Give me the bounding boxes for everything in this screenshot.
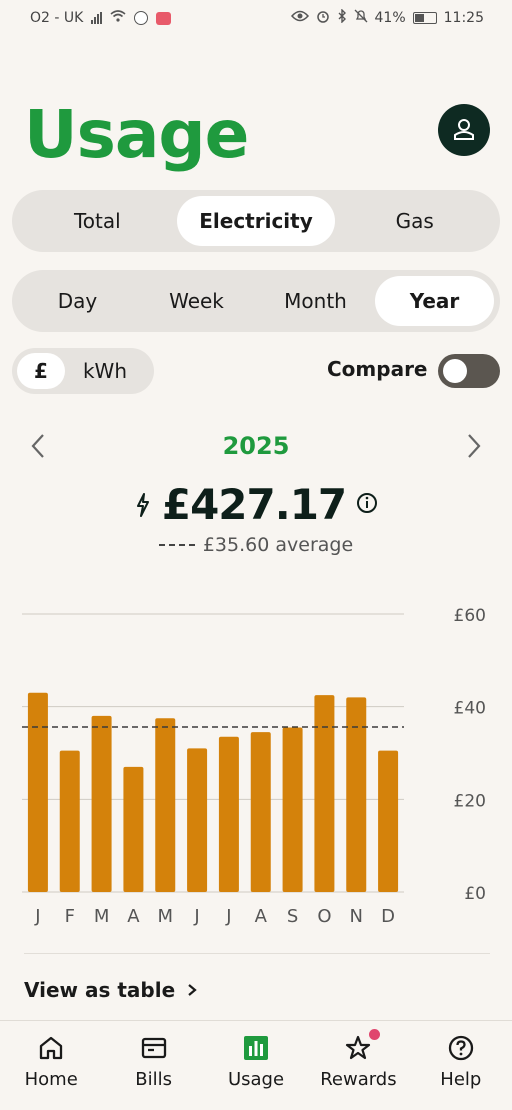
view-as-table-label: View as table <box>24 978 176 1002</box>
view-as-table-link[interactable]: View as table <box>24 978 197 1002</box>
y-tick-label: £40 <box>454 699 486 719</box>
help-icon <box>446 1033 476 1063</box>
chart-bar[interactable] <box>155 718 176 892</box>
bluetooth-icon <box>337 8 347 27</box>
chart-bar[interactable] <box>187 748 208 892</box>
alarm-icon <box>316 9 330 27</box>
person-icon <box>454 119 474 140</box>
x-tick-label: F <box>65 906 75 927</box>
nav-bills[interactable]: Bills <box>102 1021 204 1110</box>
mute-icon <box>354 9 368 27</box>
average-label: £35.60 average <box>202 534 354 556</box>
nav-help[interactable]: Help <box>410 1021 512 1110</box>
profile-button[interactable] <box>438 104 490 156</box>
notification-app-icon <box>156 11 172 25</box>
x-tick-label: N <box>350 906 363 927</box>
chart-bar[interactable] <box>378 750 399 892</box>
info-icon[interactable] <box>356 492 378 518</box>
nav-rewards-label: Rewards <box>320 1069 397 1090</box>
wifi-icon <box>110 10 126 26</box>
bills-icon <box>139 1033 169 1063</box>
tab-month[interactable]: Month <box>256 276 375 326</box>
unit-toggle: £ kWh <box>12 348 154 394</box>
nav-bills-label: Bills <box>135 1069 172 1090</box>
x-tick-label: S <box>287 906 298 927</box>
divider <box>24 953 490 954</box>
period-tabs: Day Week Month Year <box>12 270 500 332</box>
x-tick-label: A <box>127 906 140 927</box>
average-dash-legend <box>158 544 195 546</box>
chart-bar[interactable] <box>123 766 144 892</box>
x-tick-label: D <box>381 906 395 927</box>
total-amount: £427.17 <box>161 480 347 529</box>
bottom-navigation: Home Bills Usage Rewards Help <box>0 1020 512 1110</box>
nav-usage-label: Usage <box>227 1069 285 1090</box>
nav-rewards[interactable]: Rewards <box>307 1021 409 1110</box>
chart-bar[interactable] <box>27 692 48 892</box>
usage-bar-chart: £0£20£40£60 JFMAMJJASOND <box>22 606 486 927</box>
x-tick-label: O <box>317 906 331 927</box>
chevron-right-icon <box>468 434 481 458</box>
tab-gas[interactable]: Gas <box>335 196 494 246</box>
lightning-icon <box>136 492 149 517</box>
page-title: Usage <box>24 96 249 173</box>
total-summary: £427.17 <box>0 480 512 529</box>
chart-bar[interactable] <box>218 736 239 892</box>
tab-week[interactable]: Week <box>137 276 256 326</box>
x-tick-label: J <box>225 906 231 927</box>
y-tick-label: £0 <box>464 884 486 904</box>
chart-bar[interactable] <box>91 715 112 892</box>
signal-icon <box>91 12 103 24</box>
nav-usage[interactable]: Usage <box>205 1021 307 1110</box>
y-tick-label: £60 <box>454 606 486 626</box>
tab-year[interactable]: Year <box>375 276 494 326</box>
rewards-badge <box>368 1029 380 1040</box>
year-label: 2025 <box>222 432 290 460</box>
nav-help-label: Help <box>440 1069 482 1090</box>
x-tick-label: M <box>157 906 173 927</box>
battery-percent: 41% <box>374 10 406 26</box>
messenger-icon <box>134 11 149 25</box>
fuel-tabs: Total Electricity Gas <box>12 190 500 252</box>
nav-home[interactable]: Home <box>0 1021 102 1110</box>
unit-kwh-option[interactable]: kWh <box>65 353 145 389</box>
unit-pound-option[interactable]: £ <box>17 353 65 389</box>
compare-label: Compare <box>327 357 428 381</box>
tab-electricity[interactable]: Electricity <box>176 196 336 246</box>
y-tick-label: £20 <box>454 791 486 811</box>
tab-total[interactable]: Total <box>18 196 177 246</box>
nav-home-label: Home <box>24 1069 78 1090</box>
x-tick-label: J <box>193 906 199 927</box>
usage-icon <box>241 1033 271 1063</box>
chart-bar[interactable] <box>282 727 303 892</box>
x-tick-label: A <box>255 906 268 927</box>
carrier-label: O2 - UK <box>30 10 84 26</box>
x-tick-label: J <box>34 906 40 927</box>
chevron-right-icon <box>188 984 197 996</box>
compare-toggle[interactable] <box>438 354 500 388</box>
average-summary: £35.60 average <box>0 534 512 556</box>
next-year-button[interactable] <box>464 432 484 460</box>
clock: 11:25 <box>443 10 484 26</box>
home-icon <box>36 1033 66 1063</box>
eye-icon <box>290 10 309 26</box>
chart-bar[interactable] <box>250 732 271 892</box>
tab-day[interactable]: Day <box>18 276 137 326</box>
toggle-knob <box>443 359 467 383</box>
status-bar: O2 - UK 41% 11:25 <box>0 0 512 36</box>
battery-icon <box>412 12 437 24</box>
x-tick-label: M <box>94 906 110 927</box>
chart-bar[interactable] <box>59 750 80 892</box>
chart-bar[interactable] <box>314 695 335 892</box>
